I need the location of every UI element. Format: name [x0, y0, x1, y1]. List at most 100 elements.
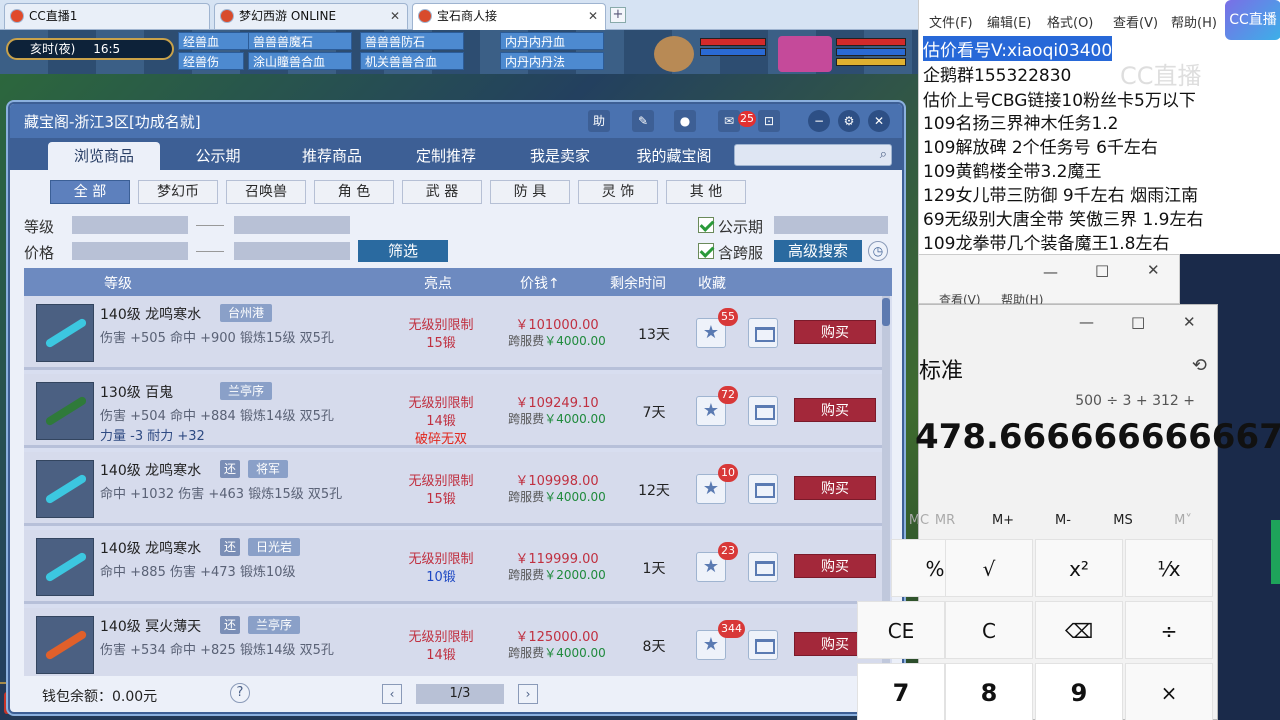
- search-icon[interactable]: ⌕: [880, 147, 887, 162]
- message-icon[interactable]: ✉: [718, 110, 740, 132]
- level-min-input[interactable]: [72, 216, 188, 234]
- digit-8-key[interactable]: 8: [945, 663, 1033, 720]
- category-accessory[interactable]: 灵 饰: [578, 180, 658, 204]
- hud-tag[interactable]: 内丹内丹法: [500, 52, 604, 70]
- notepad-line[interactable]: 109黄鹤楼全带3.2魔王: [923, 157, 1101, 182]
- cross-server-checkbox[interactable]: [698, 243, 714, 259]
- digit-7-key[interactable]: 7: [857, 663, 945, 720]
- category-all[interactable]: 全 部: [50, 180, 130, 204]
- notepad-line[interactable]: 109解放碑 2个任务号 6千左右: [923, 133, 1158, 158]
- multiply-key[interactable]: ×: [1125, 663, 1213, 720]
- buy-button[interactable]: 购买: [794, 554, 876, 578]
- mem-add-button[interactable]: M+: [983, 513, 1023, 528]
- item-row[interactable]: 140级 冥火薄天 还 兰亭序 伤害 +534 命中 +825 锻炼14级 双5…: [24, 608, 884, 676]
- cart-icon[interactable]: ⊡: [758, 110, 780, 132]
- tab-my-pavilion[interactable]: 我的藏宝阁: [626, 142, 722, 170]
- category-currency[interactable]: 梦幻币: [138, 180, 218, 204]
- col-level[interactable]: 等级: [104, 273, 132, 293]
- item-row[interactable]: 140级 龙鸣寒水 还 日光岩 命中 +885 伤害 +473 锻炼10级 无级…: [24, 530, 884, 604]
- reciprocal-key[interactable]: ¹⁄x: [1125, 539, 1213, 597]
- prev-page-button[interactable]: ‹: [382, 684, 402, 704]
- filter-button[interactable]: 筛选: [358, 240, 448, 262]
- buy-button[interactable]: 购买: [794, 476, 876, 500]
- window-minimize-icon[interactable]: —: [1043, 263, 1058, 281]
- minimize-icon[interactable]: −: [808, 110, 830, 132]
- tab-mhxy-online[interactable]: 梦幻西游 ONLINE ✕: [214, 3, 408, 29]
- add-to-cart-icon[interactable]: [748, 630, 778, 660]
- add-to-cart-icon[interactable]: [748, 552, 778, 582]
- hud-tag[interactable]: 经兽伤: [178, 52, 244, 70]
- weapon-thumbnail[interactable]: [36, 616, 94, 674]
- search-input[interactable]: ⌕: [734, 144, 892, 166]
- item-row[interactable]: 140级 龙鸣寒水 还 将军 命中 +1032 伤害 +463 锻炼15级 双5…: [24, 452, 884, 526]
- settings-icon[interactable]: ⚙: [838, 110, 860, 132]
- mem-list-button[interactable]: M˅: [1163, 513, 1203, 528]
- tab-recommend[interactable]: 推荐商品: [284, 142, 380, 170]
- mem-sub-button[interactable]: M-: [1043, 513, 1083, 528]
- new-tab-button[interactable]: +: [610, 7, 626, 23]
- menu-edit[interactable]: 编辑(E): [987, 12, 1031, 31]
- item-name[interactable]: 140级 龙鸣寒水: [100, 538, 201, 558]
- calc-minimize-icon[interactable]: —: [1079, 313, 1094, 331]
- add-to-cart-icon[interactable]: [748, 396, 778, 426]
- backspace-key[interactable]: ⌫: [1035, 601, 1123, 659]
- sqrt-key[interactable]: √: [945, 539, 1033, 597]
- menu-format[interactable]: 格式(O): [1047, 12, 1093, 31]
- player-avatar[interactable]: [778, 36, 832, 72]
- price-min-input[interactable]: [72, 242, 188, 260]
- help-button[interactable]: 助: [588, 110, 610, 132]
- tab-gem-merchant[interactable]: 宝石商人接 ✕: [412, 3, 606, 30]
- price-max-input[interactable]: [234, 242, 350, 260]
- level-max-input[interactable]: [234, 216, 350, 234]
- close-tab-icon[interactable]: ✕: [588, 4, 598, 28]
- category-role[interactable]: 角 色: [314, 180, 394, 204]
- col-price-sort[interactable]: 价钱↑: [520, 273, 560, 293]
- window-maximize-icon[interactable]: □: [1095, 261, 1109, 279]
- buy-button[interactable]: 购买: [794, 320, 876, 344]
- tab-seller[interactable]: 我是卖家: [512, 142, 608, 170]
- menu-view[interactable]: 查看(V): [1113, 12, 1158, 31]
- menu-file[interactable]: 文件(F): [929, 12, 973, 31]
- history-icon[interactable]: ⟲: [1192, 355, 1207, 376]
- notepad-line[interactable]: 69无级别大唐全带 笑傲三界 1.9左右: [923, 205, 1203, 230]
- item-name[interactable]: 130级 百鬼: [100, 382, 173, 402]
- weapon-thumbnail[interactable]: [36, 460, 94, 518]
- public-checkbox[interactable]: [698, 217, 714, 233]
- help-icon[interactable]: ?: [230, 683, 250, 703]
- record-icon[interactable]: ●: [674, 110, 696, 132]
- col-time-left[interactable]: 剩余时间: [610, 273, 666, 293]
- calc-close-icon[interactable]: ✕: [1183, 313, 1196, 331]
- clear-entry-key[interactable]: CE: [857, 601, 945, 659]
- weapon-thumbnail[interactable]: [36, 382, 94, 440]
- close-icon[interactable]: ✕: [868, 110, 890, 132]
- tab-custom[interactable]: 定制推荐: [398, 142, 494, 170]
- item-row[interactable]: 140级 龙鸣寒水 台州港 伤害 +505 命中 +900 锻炼15级 双5孔 …: [24, 296, 884, 370]
- item-name[interactable]: 140级 龙鸣寒水: [100, 460, 201, 480]
- scrollbar-thumb[interactable]: [882, 298, 890, 326]
- buy-button[interactable]: 购买: [794, 398, 876, 422]
- hud-tag[interactable]: 涂山瞳兽合血: [248, 52, 352, 70]
- next-page-button[interactable]: ›: [518, 684, 538, 704]
- hud-tag[interactable]: 兽兽兽魔石: [248, 32, 352, 50]
- window-close-icon[interactable]: ✕: [1147, 261, 1160, 279]
- square-key[interactable]: x²: [1035, 539, 1123, 597]
- category-weapon[interactable]: 武 器: [402, 180, 482, 204]
- mem-store-button[interactable]: MS: [1103, 513, 1143, 528]
- notepad-line[interactable]: 109龙拳带几个装备魔王1.8左右: [923, 229, 1169, 254]
- item-name[interactable]: 140级 龙鸣寒水: [100, 304, 201, 324]
- category-armor[interactable]: 防 具: [490, 180, 570, 204]
- hud-tag[interactable]: 机关兽兽合血: [360, 52, 464, 70]
- calc-maximize-icon[interactable]: □: [1131, 313, 1145, 331]
- divide-key[interactable]: ÷: [1125, 601, 1213, 659]
- tab-browse[interactable]: 浏览商品: [48, 142, 160, 170]
- digit-9-key[interactable]: 9: [1035, 663, 1123, 720]
- hud-tag[interactable]: 兽兽兽防石: [360, 32, 464, 50]
- tab-public[interactable]: 公示期: [170, 142, 266, 170]
- notepad-line[interactable]: 估价看号V:xiaoqi03400: [923, 36, 1113, 61]
- hud-tag[interactable]: 内丹内丹血: [500, 32, 604, 50]
- notepad-line[interactable]: 109名扬三界神木任务1.2: [923, 109, 1118, 134]
- category-pet[interactable]: 召唤兽: [226, 180, 306, 204]
- category-other[interactable]: 其 他: [666, 180, 746, 204]
- tab-cc-live[interactable]: CC直播1: [4, 3, 210, 29]
- menu-help[interactable]: 帮助(H): [1171, 12, 1217, 31]
